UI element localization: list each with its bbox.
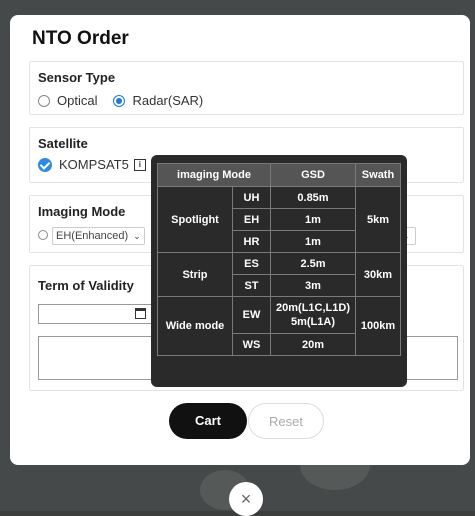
sensor-type-section: Sensor Type Optical Radar(SAR) [29,61,464,115]
satellite-name[interactable]: KOMPSAT5 [59,157,129,172]
validity-date-input[interactable] [38,304,153,324]
header-swath: Swath [355,163,401,187]
code-cell: WS [232,333,271,356]
code-cell: HR [232,230,271,253]
close-icon: × [240,489,252,509]
cart-button[interactable]: Cart [169,403,247,439]
radio-optical[interactable] [38,94,50,107]
gsd-cell: 20m [270,333,356,356]
mode-cell: Wide mode [157,296,233,356]
code-cell: UH [232,186,271,209]
gsd-cell: 3m [270,274,356,297]
swath-cell: 5km [355,186,401,253]
imaging-mode-selected-value: EH(Enhanced) [56,230,129,242]
calendar-icon[interactable] [135,308,146,319]
header-imaging-mode: imaging Mode [157,163,271,187]
gsd-cell: 1m [270,230,356,253]
chevron-down-icon: ⌄ [133,231,141,241]
sensor-type-options: Optical Radar(SAR) [38,93,203,108]
satellite-label: Satellite [38,136,88,151]
imaging-mode-tooltip: imaging Mode GSD Swath Spotlight UH 0.85… [151,155,407,387]
swath-cell: 30km [355,252,401,297]
code-cell: EH [232,208,271,231]
code-cell: ST [232,274,271,297]
header-gsd: GSD [270,163,356,187]
table-row: Strip ES 2.5m 30km [157,252,401,297]
term-of-validity-label: Term of Validity [38,278,134,293]
code-cell: ES [232,252,271,275]
mode-cell: Strip [157,252,233,297]
table-header-row: imaging Mode GSD Swath [157,163,401,187]
code-cell: EW [232,296,271,334]
satellite-checkbox[interactable] [38,157,52,172]
imaging-mode-label: Imaging Mode [38,204,126,219]
gsd-cell: 0.85m [270,186,356,209]
modal-title: NTO Order [32,28,129,49]
table-row: Spotlight UH 0.85m 5km [157,186,401,253]
gsd-cell: 1m [270,208,356,231]
gsd-cell: 2.5m [270,252,356,275]
swath-cell: 100km [355,296,401,356]
satellite-options: KOMPSAT5 i [38,157,146,172]
gsd-cell: 20m(L1C,L1D) 5m(L1A) [270,296,356,334]
radio-optical-label[interactable]: Optical [57,93,97,108]
sensor-type-label: Sensor Type [38,70,116,85]
radio-radar-sar[interactable] [113,94,126,107]
imaging-mode-radio[interactable] [38,230,48,240]
reset-button[interactable]: Reset [248,403,324,439]
imaging-mode-select[interactable]: EH(Enhanced) ⌄ [52,227,145,245]
gsd-table: imaging Mode GSD Swath Spotlight UH 0.85… [157,163,401,356]
table-row: Wide mode EW 20m(L1C,L1D) 5m(L1A) 100km [157,296,401,356]
info-icon[interactable]: i [133,158,146,171]
mode-cell: Spotlight [157,186,233,253]
radio-radar-sar-label[interactable]: Radar(SAR) [132,93,203,108]
